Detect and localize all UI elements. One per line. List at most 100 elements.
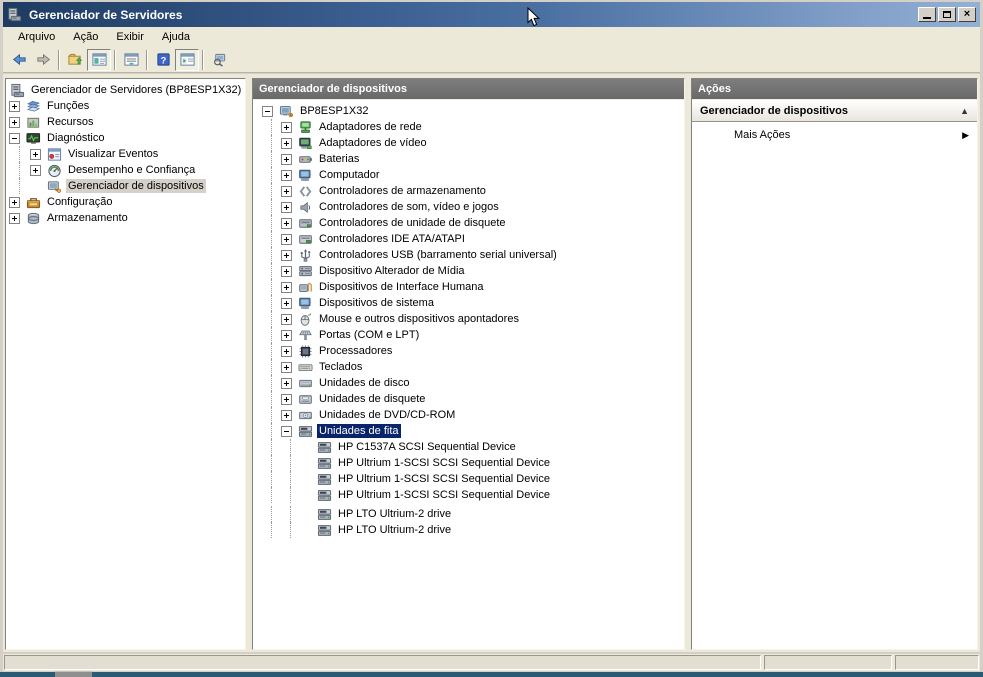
new-window-button[interactable]: [207, 49, 231, 71]
expander-plus-icon[interactable]: [281, 154, 292, 165]
dvd-drive-icon: [297, 407, 313, 423]
tree-item-label: Baterias: [317, 152, 361, 166]
expander-minus-icon[interactable]: [9, 133, 20, 144]
expander-plus-icon[interactable]: [281, 378, 292, 389]
tree-item-hp-lto-ultrium-2-drive[interactable]: HP LTO Ultrium-2 drive: [253, 522, 684, 538]
title-bar[interactable]: Gerenciador de Servidores ×: [3, 2, 980, 27]
expander-plus-icon[interactable]: [9, 197, 20, 208]
chevron-up-icon[interactable]: ▲: [960, 106, 969, 116]
tree-item-recursos[interactable]: Recursos: [6, 114, 245, 130]
expander-plus-icon[interactable]: [281, 250, 292, 261]
processor-icon: [297, 343, 313, 359]
console-tree: Gerenciador de Servidores (BP8ESP1X32)Fu…: [6, 79, 245, 226]
tree-item-dispositivos-de-sistema[interactable]: Dispositivos de sistema: [253, 295, 684, 311]
forward-arrow-button[interactable]: [31, 49, 55, 71]
expander-plus-icon[interactable]: [281, 394, 292, 405]
console-tree-panel: Gerenciador de Servidores (BP8ESP1X32)Fu…: [5, 78, 246, 650]
tree-item-unidades-de-disquete[interactable]: Unidades de disquete: [253, 391, 684, 407]
tree-item-label: Mouse e outros dispositivos apontadores: [317, 312, 521, 326]
tree-guide-line: [262, 183, 281, 199]
expander-plus-icon[interactable]: [281, 330, 292, 341]
expander-plus-icon[interactable]: [281, 266, 292, 277]
tree-guide-line: [281, 487, 300, 503]
tree-item-diagn-stico[interactable]: Diagnóstico: [6, 130, 245, 146]
tree-item-computador[interactable]: Computador: [253, 167, 684, 183]
tree-item-hp-ultrium-1-scsi-scsi-sequential-device[interactable]: HP Ultrium 1-SCSI SCSI Sequential Device: [253, 487, 684, 503]
show-console-tree-button[interactable]: [87, 49, 111, 71]
menu-ajuda[interactable]: Ajuda: [153, 29, 199, 45]
properties-window-button[interactable]: [119, 49, 143, 71]
minimize-button[interactable]: [918, 7, 936, 22]
expander-plus-icon[interactable]: [281, 410, 292, 421]
tree-item-controladores-ide-ata-atapi[interactable]: Controladores IDE ATA/ATAPI: [253, 231, 684, 247]
help-button[interactable]: ?: [151, 49, 175, 71]
tree-item-teclados[interactable]: Teclados: [253, 359, 684, 375]
tree-item-controladores-de-som-v-deo-e-jogos[interactable]: Controladores de som, vídeo e jogos: [253, 199, 684, 215]
back-arrow-button[interactable]: [7, 49, 31, 71]
expander-plus-icon[interactable]: [281, 346, 292, 357]
status-segment-1: [4, 655, 761, 670]
tree-guide-line: [281, 471, 300, 487]
tree-item-fun-es[interactable]: Funções: [6, 98, 245, 114]
tree-item-dispositivos-de-interface-humana[interactable]: Dispositivos de Interface Humana: [253, 279, 684, 295]
tree-item-adaptadores-de-v-deo[interactable]: Adaptadores de vídeo: [253, 135, 684, 151]
tree-item-gerenciador-de-dispositivos[interactable]: Gerenciador de dispositivos: [6, 178, 245, 194]
expander-plus-icon[interactable]: [281, 218, 292, 229]
tree-item-unidades-de-dvd-cd-rom[interactable]: Unidades de DVD/CD-ROM: [253, 407, 684, 423]
expander-plus-icon[interactable]: [281, 202, 292, 213]
expander-minus-icon[interactable]: [262, 106, 273, 117]
expander-plus-icon[interactable]: [281, 138, 292, 149]
expander-plus-icon[interactable]: [281, 314, 292, 325]
tree-item-unidades-de-disco[interactable]: Unidades de disco: [253, 375, 684, 391]
expander-plus-icon[interactable]: [281, 362, 292, 373]
maximize-button[interactable]: [938, 7, 956, 22]
menu-arquivo[interactable]: Arquivo: [9, 29, 64, 45]
tree-guide-line: [262, 295, 281, 311]
tree-item-bp8esp1x32[interactable]: BP8ESP1X32: [253, 103, 684, 119]
tree-item-controladores-usb-barramento-serial-universal[interactable]: Controladores USB (barramento serial uni…: [253, 247, 684, 263]
tree-item-gerenciador-de-servidores-bp8esp1x32[interactable]: Gerenciador de Servidores (BP8ESP1X32): [6, 82, 245, 98]
tree-item-visualizar-eventos[interactable]: Visualizar Eventos: [6, 146, 245, 162]
expander-plus-icon[interactable]: [281, 298, 292, 309]
content-area: Gerenciador de Servidores (BP8ESP1X32)Fu…: [3, 74, 980, 652]
tree-item-dispositivo-alterador-de-m-dia[interactable]: Dispositivo Alterador de Mídia: [253, 263, 684, 279]
tree-item-desempenho-e-confian-a[interactable]: Desempenho e Confiança: [6, 162, 245, 178]
expander-plus-icon[interactable]: [281, 122, 292, 133]
tree-item-adaptadores-de-rede[interactable]: Adaptadores de rede: [253, 119, 684, 135]
tree-guide-line: [262, 167, 281, 183]
expander-plus-icon[interactable]: [281, 234, 292, 245]
menu-acao[interactable]: Ação: [64, 29, 107, 45]
expander-plus-icon[interactable]: [281, 186, 292, 197]
tree-item-controladores-de-armazenamento[interactable]: Controladores de armazenamento: [253, 183, 684, 199]
expander-plus-icon[interactable]: [281, 170, 292, 181]
tree-item-hp-c1537a-scsi-sequential-device[interactable]: HP C1537A SCSI Sequential Device: [253, 439, 684, 455]
tree-item-label: BP8ESP1X32: [298, 104, 371, 118]
action-item-mais-a-es[interactable]: Mais Ações▶: [692, 122, 977, 147]
expander-minus-icon[interactable]: [281, 426, 292, 437]
close-button[interactable]: ×: [958, 7, 976, 22]
tree-item-configura-o[interactable]: Configuração: [6, 194, 245, 210]
tree-item-processadores[interactable]: Processadores: [253, 343, 684, 359]
expander-plus-icon[interactable]: [9, 213, 20, 224]
tree-item-armazenamento[interactable]: Armazenamento: [6, 210, 245, 226]
expander-plus-icon[interactable]: [9, 117, 20, 128]
tree-item-baterias[interactable]: Baterias: [253, 151, 684, 167]
expander-plus-icon[interactable]: [30, 165, 41, 176]
action-section-header[interactable]: Gerenciador de dispositivos▲: [692, 100, 977, 122]
tree-item-portas-com-e-lpt[interactable]: Portas (COM e LPT): [253, 327, 684, 343]
export-list-button[interactable]: [63, 49, 87, 71]
tree-item-hp-ultrium-1-scsi-scsi-sequential-device[interactable]: HP Ultrium 1-SCSI SCSI Sequential Device: [253, 471, 684, 487]
tree-item-mouse-e-outros-dispositivos-apontadores[interactable]: Mouse e outros dispositivos apontadores: [253, 311, 684, 327]
tree-item-label: Teclados: [317, 360, 364, 374]
show-action-pane-button[interactable]: [175, 49, 199, 71]
tree-item-controladores-de-unidade-de-disquete[interactable]: Controladores de unidade de disquete: [253, 215, 684, 231]
tree-item-hp-lto-ultrium-2-drive[interactable]: HP LTO Ultrium-2 drive: [253, 506, 684, 522]
battery-icon: [297, 151, 313, 167]
expander-plus-icon[interactable]: [9, 101, 20, 112]
status-segment-3: [895, 655, 979, 670]
menu-exibir[interactable]: Exibir: [107, 29, 153, 45]
expander-plus-icon[interactable]: [30, 149, 41, 160]
tree-item-hp-ultrium-1-scsi-scsi-sequential-device[interactable]: HP Ultrium 1-SCSI SCSI Sequential Device: [253, 455, 684, 471]
tree-item-unidades-de-fita[interactable]: Unidades de fita: [253, 423, 684, 439]
expander-plus-icon[interactable]: [281, 282, 292, 293]
